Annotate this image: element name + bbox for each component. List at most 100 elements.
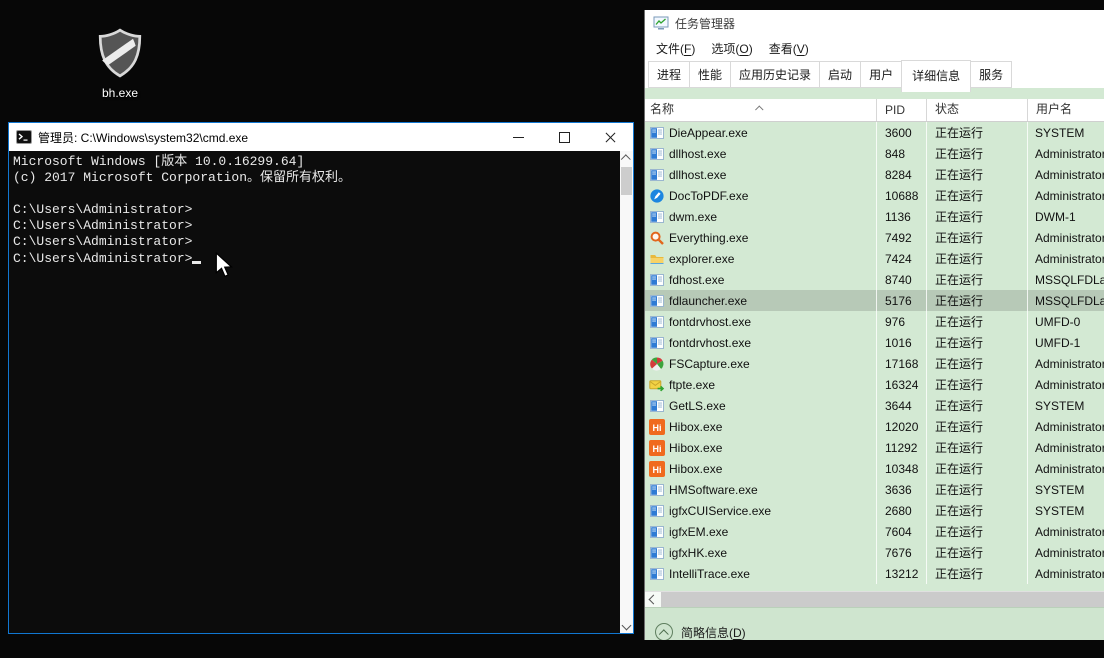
table-row[interactable]: DieAppear.exe3600正在运行SYSTEM xyxy=(645,122,1104,143)
table-row[interactable]: DocToPDF.exe10688正在运行Administrator xyxy=(645,185,1104,206)
column-header-0[interactable]: 名称 xyxy=(645,99,877,121)
terminal-line: Microsoft Windows [版本 10.0.16299.64] xyxy=(13,154,620,170)
username-cell: MSSQLFDLauncher xyxy=(1028,290,1104,311)
username-cell: UMFD-0 xyxy=(1028,311,1104,332)
column-header-3[interactable]: 用户名 xyxy=(1028,99,1104,121)
fscapture-icon xyxy=(649,356,665,372)
table-row[interactable]: fdhost.exe8740正在运行MSSQLFDLauncher xyxy=(645,269,1104,290)
table-row[interactable]: fontdrvhost.exe976正在运行UMFD-0 xyxy=(645,311,1104,332)
table-row[interactable]: HiHibox.exe12020正在运行Administrator xyxy=(645,416,1104,437)
menu-item-o[interactable]: 选项(O) xyxy=(703,37,760,60)
table-row[interactable]: HiHibox.exe10348正在运行Administrator xyxy=(645,458,1104,479)
default-exe-icon xyxy=(649,503,665,519)
pid-cell: 7604 xyxy=(877,521,927,542)
terminal-line xyxy=(13,186,620,202)
shield-icon xyxy=(97,28,143,83)
process-name-cell: HMSoftware.exe xyxy=(645,479,877,500)
task-manager-titlebar: 任务管理器 xyxy=(645,10,1104,36)
process-name-cell: fontdrvhost.exe xyxy=(645,311,877,332)
process-name: GetLS.exe xyxy=(669,399,726,413)
tab-2[interactable]: 应用历史记录 xyxy=(730,61,820,88)
tab-1[interactable]: 性能 xyxy=(689,61,731,88)
table-row[interactable]: HMSoftware.exe3636正在运行SYSTEM xyxy=(645,479,1104,500)
desktop-icon-bh[interactable]: bh.exe xyxy=(72,28,168,100)
maximize-button[interactable] xyxy=(541,123,587,151)
pid-cell: 7424 xyxy=(877,248,927,269)
close-button[interactable] xyxy=(587,123,633,151)
status-cell: 正在运行 xyxy=(927,290,1028,311)
pid-cell: 976 xyxy=(877,311,927,332)
tab-6[interactable]: 服务 xyxy=(970,61,1012,88)
table-row[interactable]: FSCapture.exe17168正在运行Administrator xyxy=(645,353,1104,374)
column-header-1[interactable]: PID xyxy=(877,99,927,121)
default-exe-icon xyxy=(649,272,665,288)
username-cell: Administrator xyxy=(1028,458,1104,479)
table-row[interactable]: igfxHK.exe7676正在运行Administrator xyxy=(645,542,1104,563)
cmd-vertical-scrollbar[interactable] xyxy=(620,151,633,633)
table-row[interactable]: HiHibox.exe11292正在运行Administrator xyxy=(645,437,1104,458)
pid-cell: 3636 xyxy=(877,479,927,500)
pid-cell: 16324 xyxy=(877,374,927,395)
process-name: fdlauncher.exe xyxy=(669,294,747,308)
table-row[interactable]: IntelliTrace.exe13212正在运行Administrator xyxy=(645,563,1104,584)
username-cell: DWM-1 xyxy=(1028,206,1104,227)
cmd-window-title: 管理员: C:\Windows\system32\cmd.exe xyxy=(38,129,495,146)
username-cell: Administrator xyxy=(1028,143,1104,164)
pid-cell: 11292 xyxy=(877,437,927,458)
process-name: DocToPDF.exe xyxy=(669,189,748,203)
table-row[interactable]: ftpte.exe16324正在运行Administrator xyxy=(645,374,1104,395)
task-manager-statusbar: 简略信息(D) xyxy=(645,607,1104,640)
table-row[interactable]: GetLS.exe3644正在运行SYSTEM xyxy=(645,395,1104,416)
table-row[interactable]: igfxCUIService.exe2680正在运行SYSTEM xyxy=(645,500,1104,521)
pid-cell: 2680 xyxy=(877,500,927,521)
process-name-cell: dllhost.exe xyxy=(645,143,877,164)
username-cell: SYSTEM xyxy=(1028,122,1104,143)
table-row[interactable]: dwm.exe1136正在运行DWM-1 xyxy=(645,206,1104,227)
table-row[interactable]: Everything.exe7492正在运行Administrator xyxy=(645,227,1104,248)
menu-item-v[interactable]: 查看(V) xyxy=(761,37,817,60)
table-row[interactable]: fdlauncher.exe5176正在运行MSSQLFDLauncher xyxy=(645,290,1104,311)
table-row[interactable]: dllhost.exe848正在运行Administrator xyxy=(645,143,1104,164)
fewer-details-button[interactable]: 简略信息(D) xyxy=(655,623,746,640)
scroll-left-button[interactable] xyxy=(645,592,661,607)
username-cell: Administrator xyxy=(1028,227,1104,248)
process-name-cell: FSCapture.exe xyxy=(645,353,877,374)
default-exe-icon xyxy=(649,545,665,561)
status-cell: 正在运行 xyxy=(927,227,1028,248)
status-cell: 正在运行 xyxy=(927,122,1028,143)
tab-3[interactable]: 启动 xyxy=(819,61,861,88)
tab-5[interactable]: 详细信息 xyxy=(901,60,971,92)
terminal-line: C:\Users\Administrator> xyxy=(13,218,620,234)
process-name-cell: dllhost.exe xyxy=(645,164,877,185)
scroll-up-button[interactable] xyxy=(620,151,633,166)
process-name: explorer.exe xyxy=(669,252,734,266)
content-gap xyxy=(645,88,1104,99)
sort-ascending-icon xyxy=(757,101,763,115)
pid-cell: 3644 xyxy=(877,395,927,416)
status-cell: 正在运行 xyxy=(927,521,1028,542)
username-cell: Administrator xyxy=(1028,437,1104,458)
explorer-icon xyxy=(649,251,665,267)
table-row[interactable]: fontdrvhost.exe1016正在运行UMFD-1 xyxy=(645,332,1104,353)
process-name-cell: HiHibox.exe xyxy=(645,437,877,458)
status-cell: 正在运行 xyxy=(927,206,1028,227)
process-table: DieAppear.exe3600正在运行SYSTEMdllhost.exe84… xyxy=(645,122,1104,591)
table-row[interactable]: dllhost.exe8284正在运行Administrator xyxy=(645,164,1104,185)
terminal-output[interactable]: Microsoft Windows [版本 10.0.16299.64](c) … xyxy=(9,151,620,633)
tab-4[interactable]: 用户 xyxy=(860,61,902,88)
terminal-line: C:\Users\Administrator> xyxy=(13,234,620,250)
username-cell: MSSQLFDLauncher xyxy=(1028,269,1104,290)
horizontal-scrollbar[interactable] xyxy=(645,591,1104,607)
default-exe-icon xyxy=(649,524,665,540)
horizontal-scrollbar-thumb[interactable] xyxy=(661,592,1104,607)
tab-0[interactable]: 进程 xyxy=(648,61,690,88)
default-exe-icon xyxy=(649,314,665,330)
scroll-down-button[interactable] xyxy=(620,618,633,633)
table-row[interactable]: igfxEM.exe7604正在运行Administrator xyxy=(645,521,1104,542)
process-name-cell: igfxEM.exe xyxy=(645,521,877,542)
table-row[interactable]: explorer.exe7424正在运行Administrator xyxy=(645,248,1104,269)
menu-item-f[interactable]: 文件(F) xyxy=(648,37,703,60)
scrollbar-thumb[interactable] xyxy=(621,167,632,195)
column-header-2[interactable]: 状态 xyxy=(927,99,1028,121)
minimize-button[interactable] xyxy=(495,123,541,151)
